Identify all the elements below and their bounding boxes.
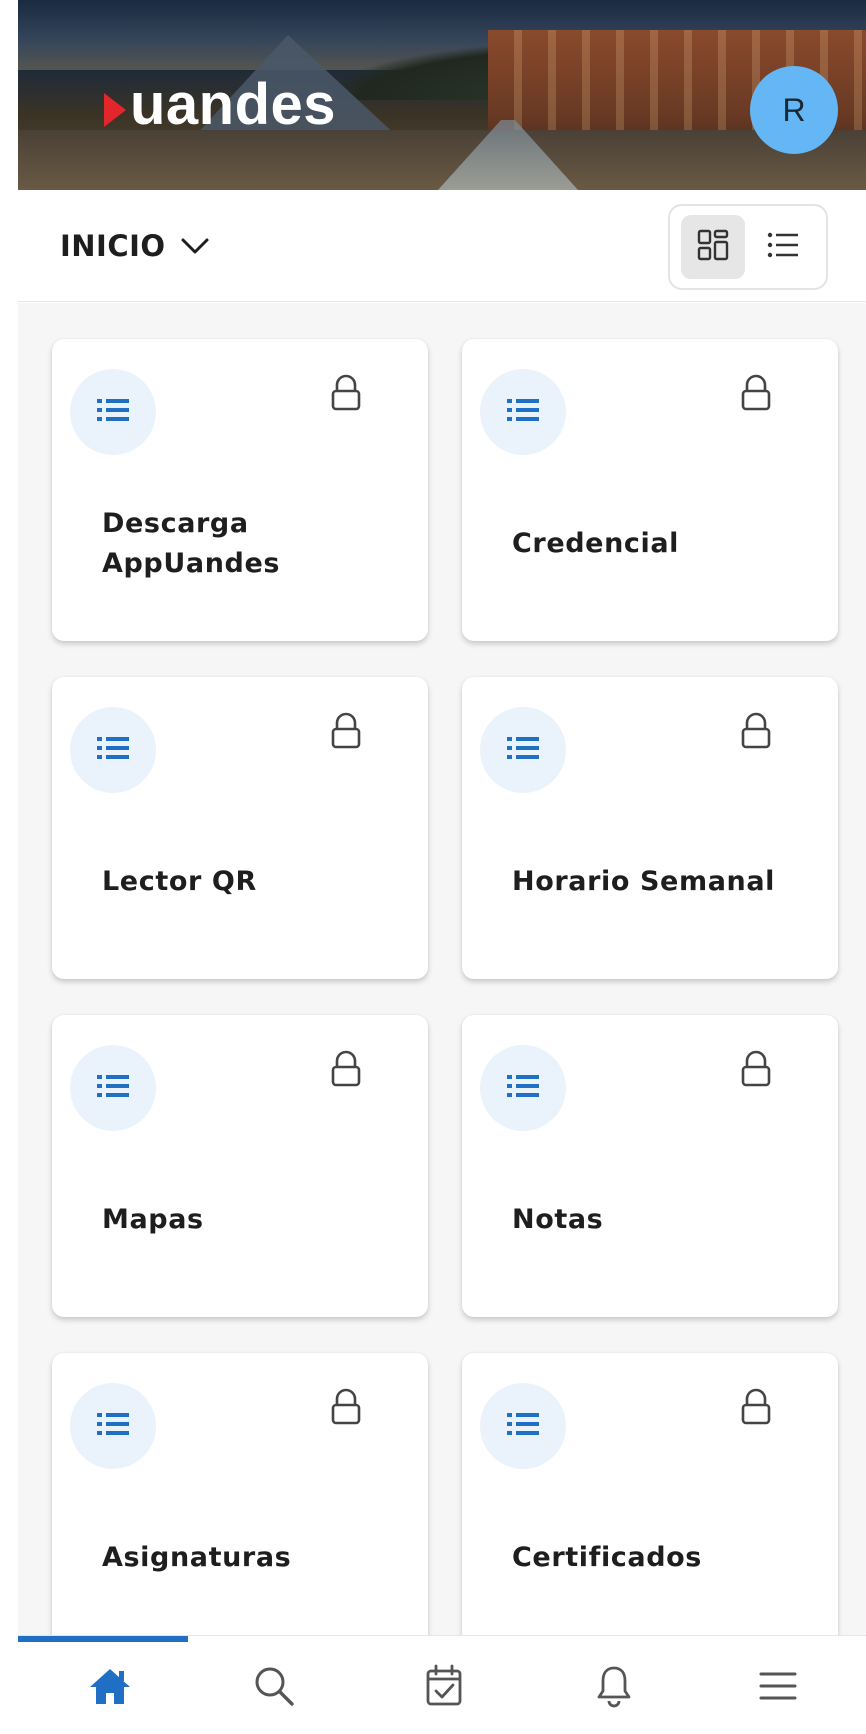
lock-icon xyxy=(328,1387,364,1427)
list-icon xyxy=(96,396,130,428)
uandes-logo[interactable]: uandes xyxy=(104,70,336,140)
lock-icon xyxy=(328,1049,364,1089)
calendar-check-icon xyxy=(424,1664,464,1712)
card-icon-circle xyxy=(480,707,566,793)
card-label: Descarga AppUandes xyxy=(102,507,281,580)
card-icon-circle xyxy=(480,1383,566,1469)
view-toggle xyxy=(668,204,828,290)
lock-icon xyxy=(738,711,774,751)
card-icon-circle xyxy=(70,707,156,793)
card-notas[interactable]: Notas xyxy=(462,1015,838,1317)
lock-icon xyxy=(738,373,774,413)
logo-text: uandes xyxy=(130,72,337,137)
nav-notifications-button[interactable] xyxy=(574,1656,654,1720)
card-certificados[interactable]: Certificados xyxy=(462,1353,838,1635)
section-dropdown[interactable]: INICIO xyxy=(60,224,210,268)
bottom-nav xyxy=(18,1635,866,1734)
app-root: uandes R INICIO Descarga AppUandes Crede… xyxy=(0,0,866,1734)
list-icon xyxy=(506,1410,540,1442)
card-icon-circle xyxy=(480,1045,566,1131)
nav-menu-button[interactable] xyxy=(738,1656,818,1720)
card-horario-semanal[interactable]: Horario Semanal xyxy=(462,677,838,979)
list-view-button[interactable] xyxy=(751,215,815,279)
logo-chevron-icon xyxy=(104,93,126,127)
list-icon xyxy=(506,1072,540,1104)
list-icon xyxy=(96,1410,130,1442)
card-label: Credencial xyxy=(512,527,680,559)
nav-active-indicator xyxy=(18,1636,188,1642)
card-icon-circle xyxy=(480,369,566,455)
home-icon xyxy=(88,1666,132,1710)
menu-icon xyxy=(758,1669,798,1707)
list-icon xyxy=(96,734,130,766)
app-grid: Descarga AppUandes Credencial Lector QR … xyxy=(18,303,866,1635)
lock-icon xyxy=(738,1049,774,1089)
card-label: Certificados xyxy=(512,1541,702,1573)
card-label: Lector QR xyxy=(102,865,257,897)
nav-search-button[interactable] xyxy=(234,1656,314,1720)
card-mapas[interactable]: Mapas xyxy=(52,1015,428,1317)
avatar-initial: R xyxy=(782,91,806,128)
content-area: Descarga AppUandes Credencial Lector QR … xyxy=(18,303,866,1635)
list-view-icon xyxy=(766,230,800,264)
list-icon xyxy=(506,734,540,766)
card-label: Asignaturas xyxy=(102,1541,292,1573)
card-asignaturas[interactable]: Asignaturas xyxy=(52,1353,428,1635)
card-icon-circle xyxy=(70,1045,156,1131)
list-icon xyxy=(96,1072,130,1104)
list-icon xyxy=(506,396,540,428)
left-gutter xyxy=(0,0,18,1734)
header-banner: uandes xyxy=(18,0,866,190)
search-icon xyxy=(252,1664,296,1712)
card-credencial[interactable]: Credencial xyxy=(462,339,838,641)
chevron-down-icon xyxy=(180,236,210,256)
card-lector-qr[interactable]: Lector QR xyxy=(52,677,428,979)
card-descarga-appuandes[interactable]: Descarga AppUandes xyxy=(52,339,428,641)
avatar[interactable]: R xyxy=(750,66,838,154)
card-icon-circle xyxy=(70,369,156,455)
grid-view-icon xyxy=(696,228,730,266)
card-icon-circle xyxy=(70,1383,156,1469)
card-label: Horario Semanal xyxy=(512,865,776,897)
nav-home-button[interactable] xyxy=(70,1656,150,1720)
lock-icon xyxy=(328,711,364,751)
bell-icon xyxy=(594,1664,634,1712)
lock-icon xyxy=(328,373,364,413)
card-label: Mapas xyxy=(102,1203,204,1235)
grid-view-button[interactable] xyxy=(681,215,745,279)
lock-icon xyxy=(738,1387,774,1427)
nav-calendar-button[interactable] xyxy=(404,1656,484,1720)
card-label: Notas xyxy=(512,1203,604,1235)
title-bar: INICIO xyxy=(18,190,866,302)
page-title: INICIO xyxy=(60,229,166,263)
